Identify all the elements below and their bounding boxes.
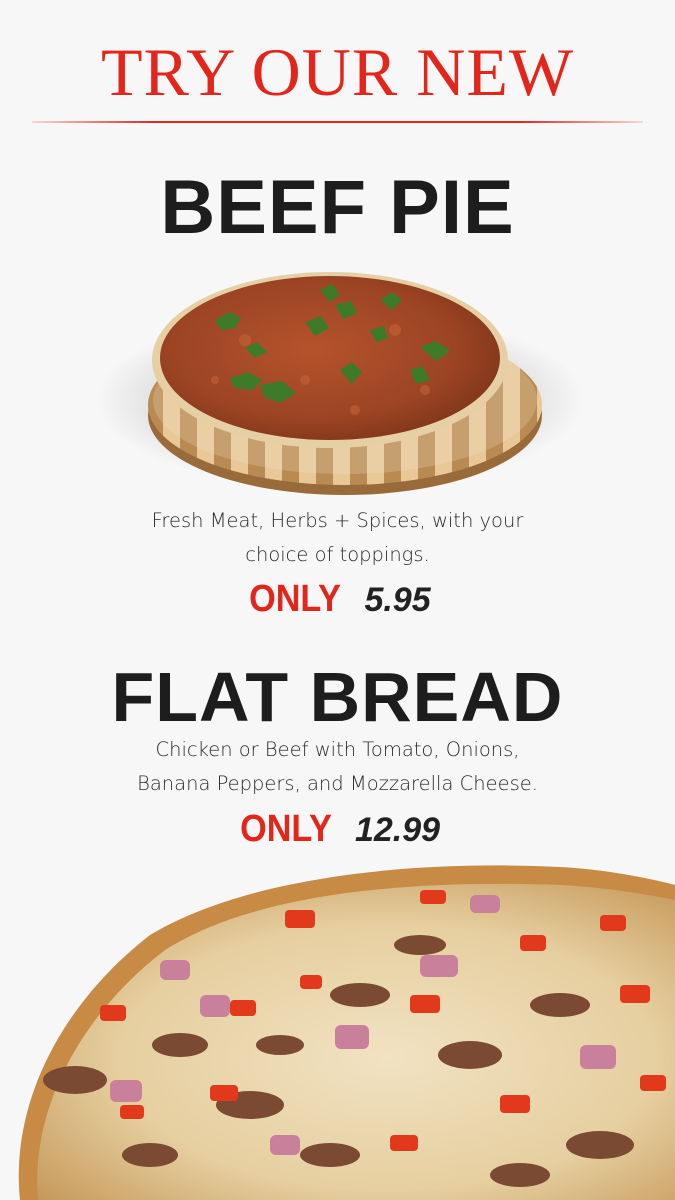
headline-divider bbox=[32, 121, 643, 123]
headline: TRY OUR NEW bbox=[100, 34, 575, 110]
flat-bread-price: ONLY 12.99 bbox=[0, 810, 675, 848]
price-label: ONLY bbox=[240, 808, 332, 850]
beef-pie-photo bbox=[95, 272, 585, 495]
price-label: ONLY bbox=[249, 578, 342, 620]
description-line: Chicken or Beef with Tomato, Onions, bbox=[155, 738, 520, 761]
flat-bread-description: Chicken or Beef with Tomato, Onions, Ban… bbox=[0, 733, 675, 801]
description-line: choice of toppings. bbox=[245, 543, 430, 566]
beef-pie-price: ONLY 5.95 bbox=[0, 580, 675, 618]
flat-bread-title: FLAT BREAD bbox=[111, 658, 564, 736]
price-value: 12.99 bbox=[354, 811, 441, 849]
beef-pie-title: BEEF PIE bbox=[160, 165, 515, 250]
beef-pie-description: Fresh Meat, Herbs + Spices, with your ch… bbox=[0, 504, 675, 572]
price-value: 5.95 bbox=[364, 581, 431, 619]
flat-bread-photo bbox=[18, 865, 675, 1200]
description-line: Banana Peppers, and Mozzarella Cheese. bbox=[137, 772, 538, 795]
description-line: Fresh Meat, Herbs + Spices, with your bbox=[151, 509, 524, 532]
